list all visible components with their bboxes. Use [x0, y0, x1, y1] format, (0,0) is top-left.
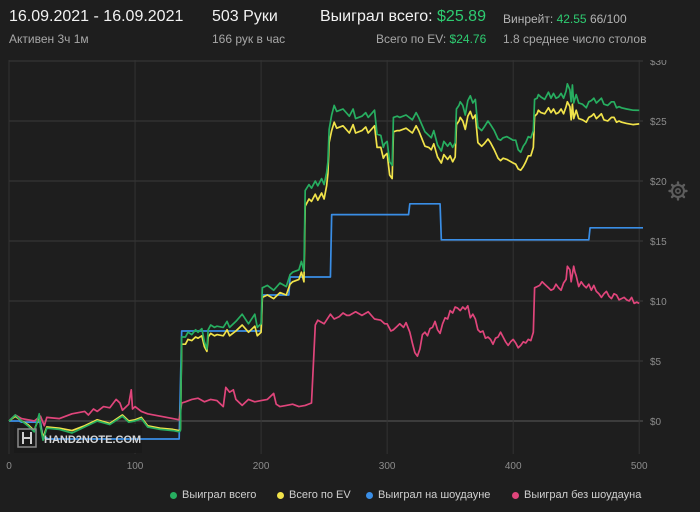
- legend-swatch: [170, 491, 177, 499]
- won-series-line: [8, 82, 640, 442]
- won-total-label: Выиграл всего:: [320, 8, 433, 25]
- y-tick-label: $20: [650, 177, 667, 188]
- chart-legend: Выиграл всего Всего по EV Выиграл на шоу…: [0, 489, 700, 505]
- y-tick-label: $30: [650, 60, 667, 68]
- legend-item-ev[interactable]: Всего по EV: [277, 489, 351, 501]
- legend-item-won[interactable]: Выиграл всего: [170, 489, 256, 501]
- date-range: 16.09.2021 - 16.09.2021: [9, 8, 184, 25]
- ev-total-value: $24.76: [449, 32, 487, 46]
- legend-label: Выиграл на шоудауне: [378, 489, 491, 501]
- legend-label: Выиграл без шоудауна: [524, 489, 642, 501]
- x-tick-label: 100: [127, 461, 144, 472]
- won-total-value: $25.89: [437, 8, 486, 25]
- ev-total: Всего по EV: $24.76: [376, 32, 486, 46]
- ev-series-line: [8, 100, 640, 439]
- legend-item-showdown[interactable]: Выиграл на шоудауне: [366, 489, 490, 501]
- y-tick-label: $5: [650, 357, 662, 368]
- gear-icon[interactable]: [668, 181, 688, 201]
- ev-total-label: Всего по EV:: [376, 32, 447, 46]
- x-tick-label: 200: [253, 461, 270, 472]
- y-tick-label: $25: [650, 117, 667, 128]
- won-total: Выиграл всего: $25.89: [320, 8, 486, 26]
- x-tick-label: 400: [505, 461, 522, 472]
- legend-label: Всего по EV: [289, 489, 351, 501]
- legend-item-no-showdown[interactable]: Выиграл без шоудауна: [512, 489, 641, 501]
- y-tick-label: $15: [650, 237, 667, 248]
- profit-chart: $0 $5 $10 $15 $20 $25 $30 0 100 200 300 400 500 HAND2…: [6, 60, 667, 472]
- y-tick-label: $0: [650, 417, 662, 428]
- winrate: Винрейт: 42.55 66/100: [503, 12, 627, 26]
- legend-swatch: [512, 491, 519, 499]
- legend-label: Выиграл всего: [182, 489, 257, 501]
- hands-count: 503 Руки: [212, 8, 278, 25]
- hands-per-hour: 166 рук в час: [212, 32, 286, 46]
- winrate-hands: 66/100: [589, 12, 627, 26]
- watermark-text: HAND2NOTE.COM: [44, 434, 141, 446]
- winrate-label: Винрейт:: [503, 12, 554, 26]
- legend-swatch: [277, 491, 284, 499]
- x-tick-label: 0: [6, 461, 12, 472]
- x-tick-label: 300: [379, 461, 396, 472]
- no-showdown-series-line: [8, 265, 640, 427]
- winrate-value: 42.55: [556, 12, 587, 26]
- active-time: Активен 3ч 1м: [9, 32, 89, 46]
- avg-tables: 1.8 среднее число столов: [503, 32, 647, 46]
- stats-header: 16.09.2021 - 16.09.2021 Активен 3ч 1м 50…: [0, 0, 700, 60]
- x-tick-label: 500: [631, 461, 648, 472]
- y-tick-label: $10: [650, 297, 667, 308]
- legend-swatch: [366, 491, 373, 499]
